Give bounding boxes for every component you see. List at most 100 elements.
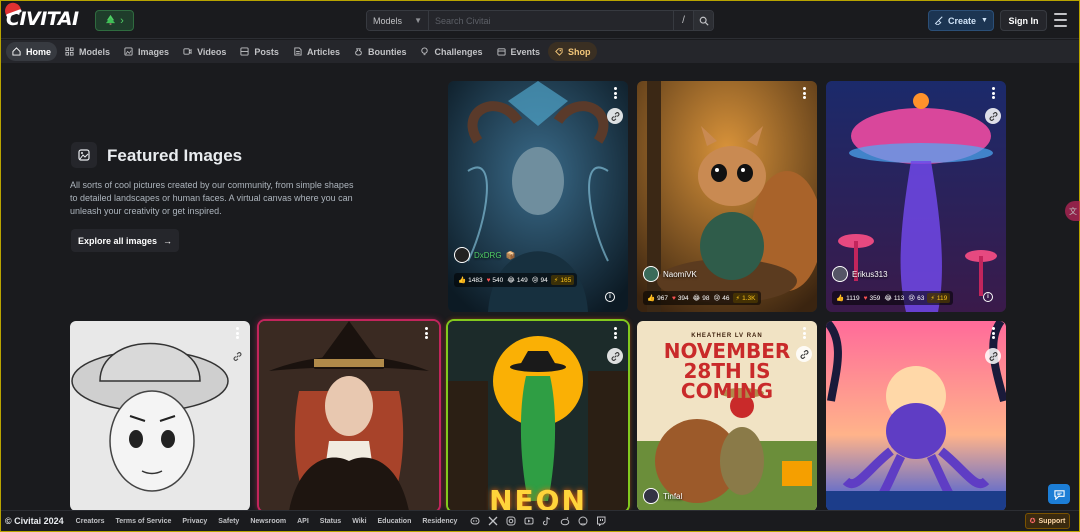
link-icon[interactable]: [985, 108, 1001, 124]
cry-icon: 😢: [713, 295, 721, 302]
footer-link-newsroom[interactable]: Newsroom: [250, 518, 286, 525]
reaction-like[interactable]: 👍 1483: [457, 276, 484, 285]
nav-posts[interactable]: Posts: [234, 42, 285, 61]
info-icon[interactable]: i: [983, 292, 993, 302]
hamburger-menu-icon[interactable]: [1054, 13, 1067, 27]
reaction-heart[interactable]: ♥ 359: [863, 295, 882, 302]
chat-button[interactable]: [1048, 484, 1070, 504]
nav-home[interactable]: Home: [6, 42, 58, 61]
footer-link-education[interactable]: Education: [378, 518, 412, 525]
nav-challenges[interactable]: Challenges: [414, 42, 488, 61]
youtube-icon[interactable]: [524, 516, 534, 526]
card-menu-icon[interactable]: [992, 327, 995, 339]
reaction-like[interactable]: 👍 967: [646, 294, 669, 303]
card-menu-icon[interactable]: [614, 327, 617, 339]
nav-models[interactable]: Models: [59, 42, 116, 61]
twitch-icon[interactable]: [596, 516, 606, 526]
moneybag-icon: [355, 48, 362, 56]
video-icon: [183, 48, 192, 55]
explore-all-images-button[interactable]: Explore all images →: [71, 229, 179, 252]
image-card[interactable]: NEON: [448, 321, 628, 511]
buzz-tip[interactable]: ⚡ 1.3K: [732, 293, 759, 303]
reaction-laugh[interactable]: 😂 149: [506, 276, 528, 285]
link-icon[interactable]: [607, 108, 623, 124]
reaction-heart[interactable]: ♥ 394: [671, 295, 690, 302]
laugh-icon: 😂: [507, 277, 515, 284]
reaction-cry[interactable]: 😢 94: [531, 276, 549, 285]
top-header: CIVITAI › Models ▼ / Create ▼ Sign In: [1, 0, 1079, 39]
buzz-tip[interactable]: ⚡ 119: [927, 293, 951, 303]
card-menu-icon[interactable]: [425, 327, 428, 339]
nav-shop[interactable]: Shop: [548, 42, 597, 61]
translate-icon[interactable]: 文: [1065, 201, 1080, 221]
artwork-text: NEON: [489, 484, 587, 511]
card-menu-icon[interactable]: [992, 87, 995, 99]
link-icon[interactable]: [985, 348, 1001, 364]
discord-icon[interactable]: [470, 516, 480, 526]
card-menu-icon[interactable]: [803, 87, 806, 99]
footer-link-api[interactable]: API: [297, 518, 309, 525]
card-user[interactable]: Tinfal: [643, 488, 682, 504]
footer-link-privacy[interactable]: Privacy: [182, 518, 207, 525]
card-user[interactable]: Erikus313: [832, 266, 888, 282]
image-card[interactable]: [70, 321, 250, 511]
card-menu-icon[interactable]: [236, 327, 239, 339]
github-icon[interactable]: [578, 516, 588, 526]
chevron-down-icon: ▼: [414, 16, 422, 25]
reaction-heart[interactable]: ♥ 540: [486, 277, 505, 284]
reaction-cry[interactable]: 😢 46: [713, 294, 731, 303]
reaction-like[interactable]: 👍 1119: [835, 294, 861, 303]
event-button[interactable]: ›: [95, 10, 134, 31]
image-card[interactable]: DxDRG 📦 👍 1483 ♥ 540 😂 149 😢 94 ⚡ 165 i: [448, 81, 628, 312]
footer-link-wiki[interactable]: Wiki: [352, 518, 366, 525]
lightning-icon: ⚡: [735, 295, 741, 302]
image-card[interactable]: NaomiVK 👍 967 ♥ 394 😂 98 😢 46 ⚡ 1.3K: [637, 81, 817, 312]
footer-link-residency[interactable]: Residency: [422, 518, 457, 525]
info-icon[interactable]: i: [605, 292, 615, 302]
card-user[interactable]: NaomiVK: [643, 266, 697, 282]
reaction-laugh[interactable]: 😂 113: [883, 294, 905, 303]
laugh-icon: 😂: [884, 295, 892, 302]
tree-icon: [105, 14, 116, 28]
buzz-tip[interactable]: ⚡ 165: [550, 275, 575, 285]
instagram-icon[interactable]: [506, 516, 516, 526]
card-menu-icon[interactable]: [614, 87, 617, 99]
link-icon[interactable]: [796, 346, 812, 362]
reaction-laugh[interactable]: 😂 98: [692, 294, 711, 303]
reaction-cry[interactable]: 😢 63: [907, 294, 925, 303]
support-button[interactable]: ✪ Support: [1025, 513, 1070, 529]
image-card[interactable]: [826, 321, 1006, 511]
footer-link-safety[interactable]: Safety: [218, 518, 239, 525]
signin-button[interactable]: Sign In: [1000, 10, 1047, 31]
card-artwork: [259, 321, 439, 511]
nav-videos[interactable]: Videos: [177, 42, 232, 61]
search-input[interactable]: [429, 11, 673, 30]
card-menu-icon[interactable]: [803, 327, 806, 339]
nav-videos-label: Videos: [197, 46, 227, 57]
page-footer: © Civitai 2024 Creators Terms of Service…: [1, 510, 1079, 531]
search-button[interactable]: [693, 11, 713, 30]
card-user[interactable]: DxDRG 📦: [454, 247, 516, 263]
nav-articles[interactable]: Articles: [287, 42, 346, 61]
reddit-icon[interactable]: [560, 516, 570, 526]
nav-events[interactable]: Events: [491, 42, 547, 61]
image-card[interactable]: KHEATHER LV RAN NOVEMBER 28TH IS COMING …: [637, 321, 817, 511]
nav-images[interactable]: Images: [118, 42, 175, 61]
civitai-logo[interactable]: CIVITAI: [2, 0, 92, 30]
card-artwork: [70, 321, 250, 511]
image-card[interactable]: [259, 321, 439, 511]
footer-link-terms[interactable]: Terms of Service: [115, 518, 171, 525]
link-icon[interactable]: [607, 348, 623, 364]
x-twitter-icon[interactable]: [488, 516, 498, 526]
tiktok-icon[interactable]: [542, 516, 552, 526]
image-card[interactable]: Erikus313 👍 1119 ♥ 359 😂 113 😢 63 ⚡ 119 i: [826, 81, 1006, 312]
search-category-select[interactable]: Models ▼: [367, 11, 429, 30]
create-button[interactable]: Create ▼: [928, 10, 994, 31]
nav-bounties[interactable]: Bounties: [348, 42, 413, 61]
image-icon: [124, 47, 133, 56]
cry-icon: 😢: [531, 277, 539, 284]
section-nav: Home Models Images Videos Posts Articles…: [1, 40, 1079, 63]
footer-link-creators[interactable]: Creators: [76, 518, 105, 525]
link-icon[interactable]: [229, 348, 245, 364]
footer-link-status[interactable]: Status: [320, 518, 341, 525]
